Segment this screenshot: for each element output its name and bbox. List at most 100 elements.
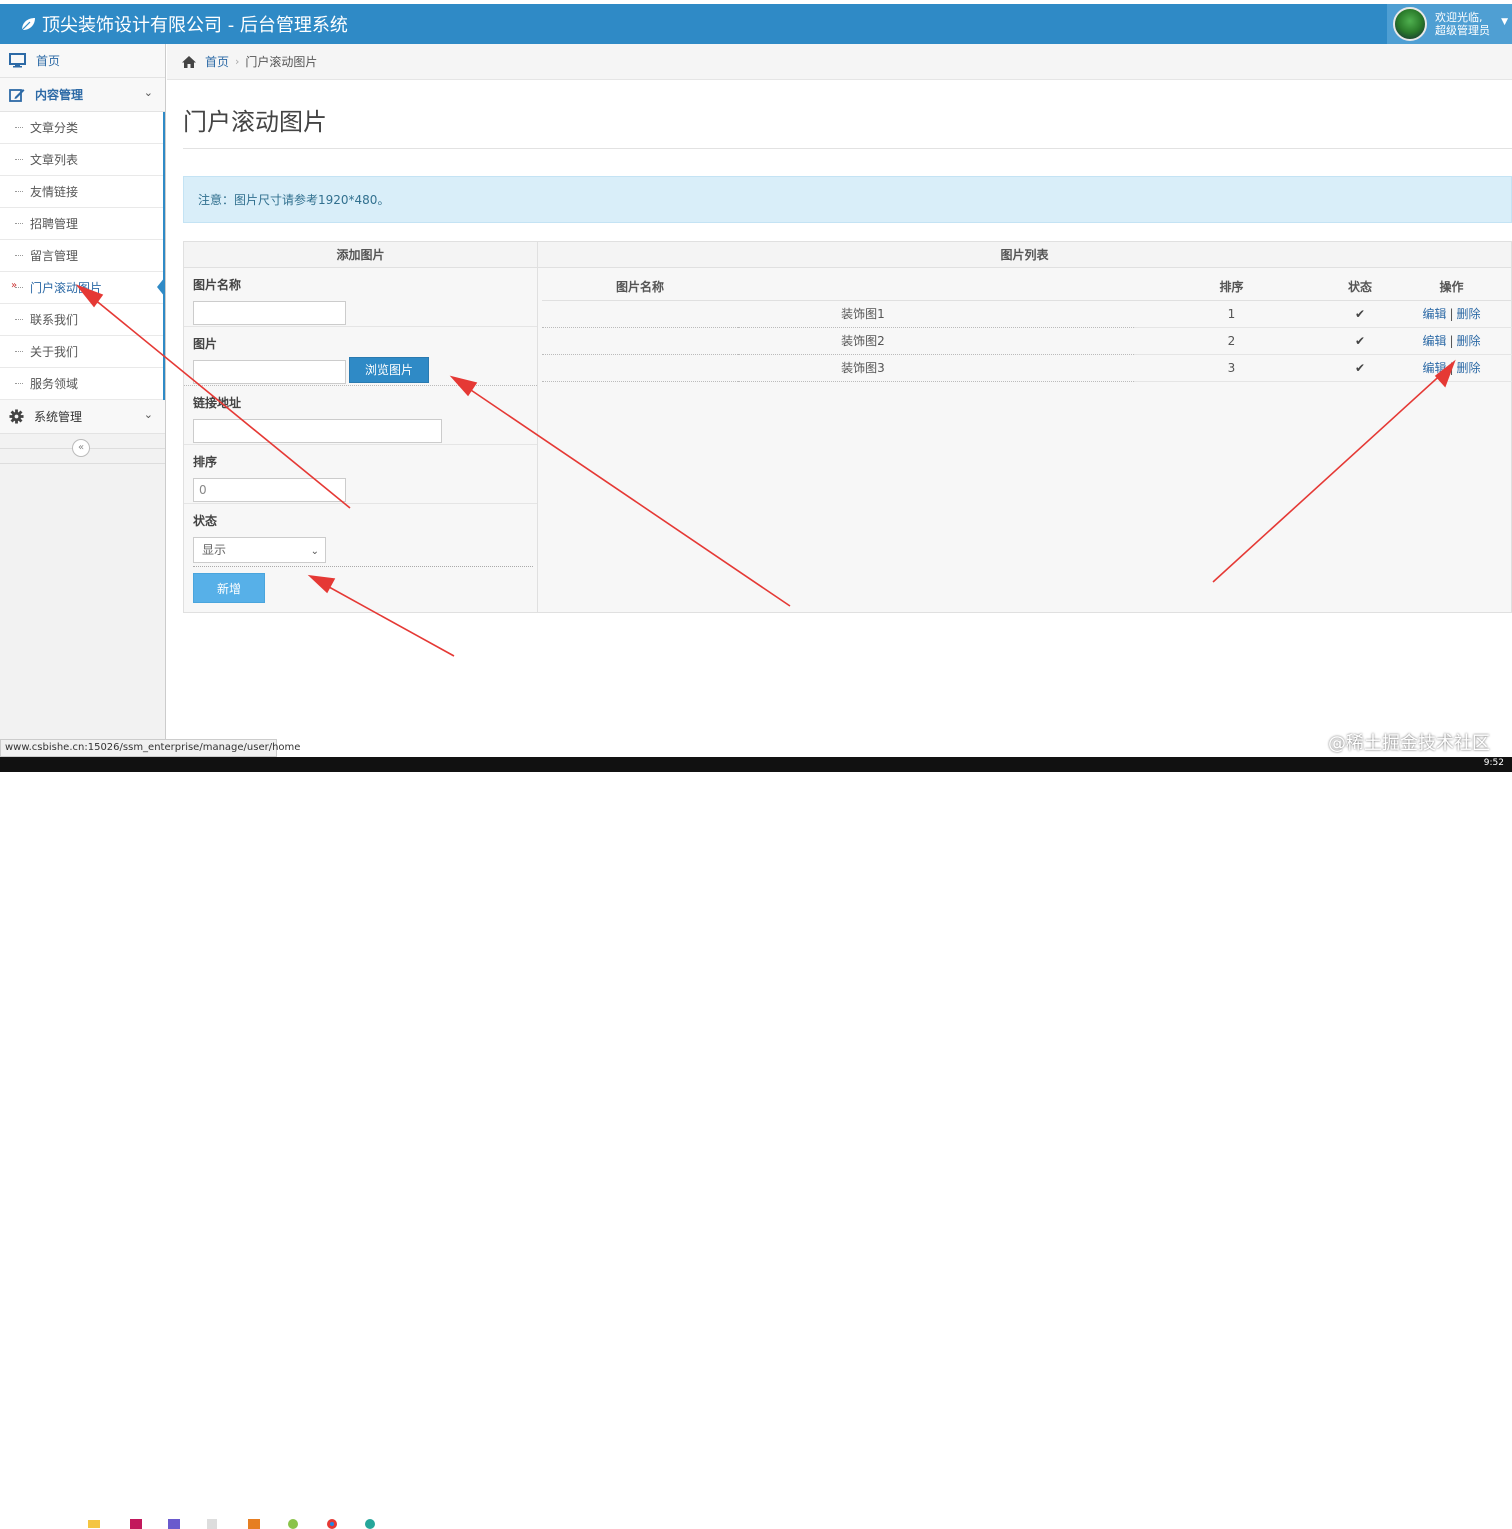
sidebar-item-label: 留言管理 (30, 249, 79, 263)
sidebar-item-banner-images[interactable]: » 门户滚动图片 (0, 272, 165, 304)
sidebar-item-about[interactable]: 关于我们 (0, 336, 163, 368)
search-icon[interactable] (50, 1517, 62, 1529)
sidebar-item-friend-links[interactable]: 友情链接 (0, 176, 163, 208)
edit-link[interactable]: 编辑 (1422, 307, 1446, 321)
row-sort: 1 (1134, 300, 1329, 328)
edit-link[interactable]: 编辑 (1422, 361, 1446, 375)
sidebar-item-messages[interactable]: 留言管理 (0, 240, 163, 272)
separator: | (1449, 334, 1454, 348)
sidebar-item-label: 门户滚动图片 (30, 281, 103, 295)
browser-status-url: www.csbishe.cn:15026/ssm_enterprise/mana… (0, 739, 300, 757)
field-label: 图片名称 (193, 278, 242, 292)
sidebar-item-article-category[interactable]: 文章分类 (0, 112, 163, 144)
sidebar-item-label: 友情链接 (30, 185, 79, 199)
watermark: @稀土掘金技术社区 (1328, 733, 1490, 754)
sidebar-item-label: 招聘管理 (30, 217, 79, 231)
sidebar-item-label: 首页 (36, 54, 61, 68)
app-icon[interactable] (287, 1517, 299, 1529)
sidebar-item-article-list[interactable]: 文章列表 (0, 144, 163, 176)
sidebar-item-home[interactable]: 首页 (0, 44, 165, 78)
sidebar-group-content[interactable]: 内容管理 ⌄ (0, 78, 165, 112)
double-chevron-right-icon: » (11, 280, 18, 291)
delete-link[interactable]: 删除 (1457, 307, 1481, 321)
status-select[interactable]: 显示 ⌄ (193, 537, 326, 563)
table-row: 装饰图3 3 ✔ 编辑 | 删除 (542, 354, 1512, 382)
sort-input[interactable]: 0 (193, 478, 346, 502)
brand-title: 顶尖装饰设计有限公司 - 后台管理系统 (42, 15, 348, 36)
sidebar-item-recruitment[interactable]: 招聘管理 (0, 208, 163, 240)
gear-icon (9, 409, 24, 424)
field-label: 排序 (193, 455, 218, 469)
content-submenu: 文章分类 文章列表 友情链接 招聘管理 留言管理 » 门户滚动图片 联系我们 关… (0, 112, 165, 400)
image-field-group: 图片 浏览图片 (184, 327, 537, 386)
user-menu[interactable]: 欢迎光临, 超级管理员 ▼ (1387, 4, 1512, 44)
chrome-icon[interactable] (326, 1517, 338, 1529)
row-sort: 2 (1134, 327, 1329, 355)
separator: | (1449, 361, 1454, 375)
app-icon[interactable] (364, 1517, 376, 1529)
column-header-sort: 排序 (1134, 274, 1329, 301)
sidebar-item-label: 服务领域 (30, 377, 79, 391)
chevron-down-icon: ⌄ (143, 86, 153, 99)
breadcrumb-separator: › (235, 55, 240, 68)
image-name-input[interactable] (193, 301, 346, 325)
page-title: 门户滚动图片 (183, 108, 327, 136)
link-field-group: 链接地址 (184, 386, 537, 445)
status-field-group: 状态 显示 ⌄ (184, 504, 537, 563)
row-sort: 3 (1134, 354, 1329, 382)
intellij-icon[interactable] (130, 1517, 142, 1529)
table-row: 装饰图2 2 ✔ 编辑 | 删除 (542, 327, 1512, 355)
edit-link[interactable]: 编辑 (1422, 334, 1446, 348)
breadcrumb-home-link[interactable]: 首页 (205, 53, 229, 70)
check-icon: ✔ (1354, 333, 1366, 348)
table-row: 装饰图1 1 ✔ 编辑 | 删除 (542, 300, 1512, 328)
field-label: 状态 (193, 514, 218, 528)
windows-start-icon[interactable] (12, 1517, 24, 1529)
browse-image-button[interactable]: 浏览图片 (349, 357, 429, 383)
sidebar-item-contact[interactable]: 联系我们 (0, 304, 163, 336)
check-icon: ✔ (1354, 306, 1366, 321)
sidebar-item-services[interactable]: 服务领域 (0, 368, 163, 400)
image-path-input[interactable] (193, 360, 346, 384)
home-icon (182, 55, 196, 68)
divider (193, 566, 533, 567)
panel-heading: 添加图片 (184, 242, 537, 268)
table-header-row: 图片名称 排序 状态 操作 (542, 274, 1512, 301)
delete-link[interactable]: 删除 (1457, 334, 1481, 348)
app-icon[interactable] (168, 1517, 180, 1529)
sidebar-item-label: 联系我们 (30, 313, 79, 327)
sidebar-item-label: 文章分类 (30, 121, 79, 135)
panel-heading: 图片列表 (538, 242, 1511, 268)
breadcrumb-current: 门户滚动图片 (245, 55, 318, 69)
row-name: 装饰图2 (542, 327, 1134, 355)
divider (183, 148, 1512, 149)
add-button[interactable]: 新增 (193, 573, 265, 603)
column-header-actions: 操作 (1391, 274, 1512, 301)
row-name: 装饰图1 (542, 300, 1134, 328)
column-header-status: 状态 (1329, 274, 1391, 301)
edit-icon (9, 89, 25, 102)
image-list-panel: 图片列表 图片名称 排序 状态 操作 装饰图1 1 ✔ 编辑|删除 装饰图2 (537, 241, 1512, 613)
top-header: 顶尖装饰设计有限公司 - 后台管理系统 欢迎光临, 超级管理员 ▼ (0, 4, 1512, 44)
chevron-down-icon: ⌄ (310, 546, 319, 557)
sidebar: 首页 内容管理 ⌄ 文章分类 文章列表 友情链接 招聘管理 留言管理 » 门户滚… (0, 44, 166, 740)
avatar[interactable] (1393, 7, 1427, 41)
user-role: 超级管理员 (1435, 24, 1490, 37)
field-label: 链接地址 (193, 396, 242, 410)
image-table: 图片名称 排序 状态 操作 装饰图1 1 ✔ 编辑|删除 装饰图2 2 ✔ (542, 274, 1512, 382)
notepad-icon[interactable] (206, 1517, 218, 1529)
link-url-input[interactable] (193, 419, 442, 443)
sidebar-group-system[interactable]: 系统管理 ⌄ (0, 400, 165, 434)
app-icon[interactable] (248, 1517, 260, 1529)
welcome-line: 欢迎光临, (1435, 11, 1483, 24)
folder-icon[interactable] (88, 1517, 100, 1529)
taskbar-clock: 9:52 (1483, 758, 1504, 768)
brand[interactable]: 顶尖装饰设计有限公司 - 后台管理系统 (20, 11, 348, 37)
delete-link[interactable]: 删除 (1457, 361, 1481, 375)
collapse-sidebar-button[interactable]: « (72, 439, 90, 457)
separator: | (1449, 307, 1454, 321)
caret-down-icon[interactable]: ▼ (1501, 17, 1508, 27)
notice-alert: 注意：图片尺寸请参考1920*480。 (183, 176, 1512, 223)
sidebar-group-label: 内容管理 (35, 88, 84, 102)
column-header-name: 图片名称 (542, 274, 738, 301)
